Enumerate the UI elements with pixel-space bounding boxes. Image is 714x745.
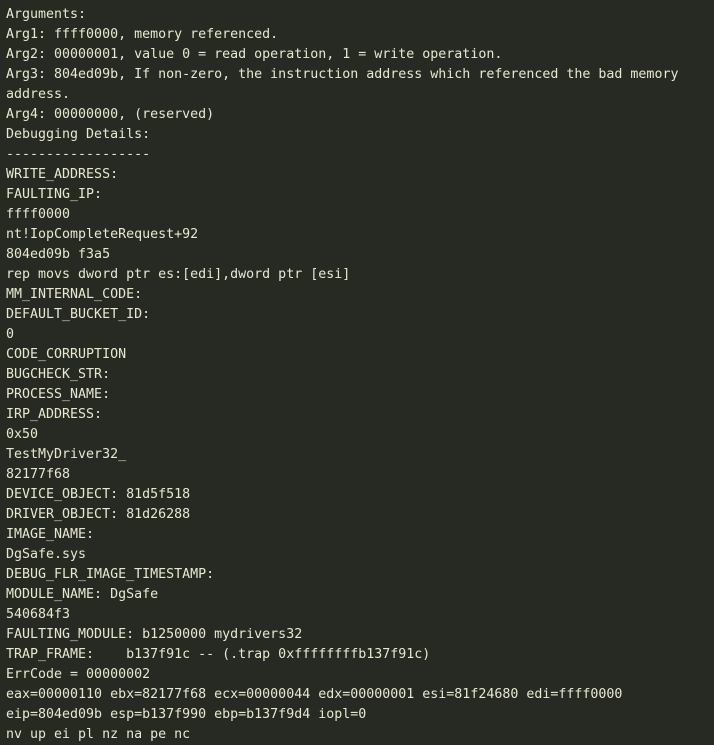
terminal-line: FAULTING_IP: (6, 187, 103, 202)
terminal-line: address. (6, 87, 71, 102)
terminal-line: Arg1: ffff0000, memory referenced. (6, 27, 279, 42)
debugger-output-terminal[interactable]: Arguments: Arg1: ffff0000, memory referen… (0, 0, 714, 745)
terminal-line: nv up ei pl nz na pe nc (6, 727, 191, 742)
terminal-line: TRAP_FRAME: b137f91c -- (.trap 0xfffffff… (6, 647, 431, 662)
terminal-line: 0 (6, 327, 15, 342)
terminal-line: IRP_ADDRESS: (6, 407, 103, 422)
terminal-line: DRIVER_OBJECT: 81d26288 (6, 507, 191, 522)
terminal-line: 804ed09b f3a5 (6, 247, 111, 262)
terminal-line: 82177f68 (6, 467, 71, 482)
terminal-line: BUGCHECK_STR: (6, 367, 111, 382)
terminal-line: ErrCode = 00000002 (6, 667, 151, 682)
terminal-line: eip=804ed09b esp=b137f990 ebp=b137f9d4 i… (6, 707, 367, 722)
terminal-line: IMAGE_NAME: (6, 527, 95, 542)
terminal-line: WRITE_ADDRESS: (6, 167, 119, 182)
terminal-line: DEBUG_FLR_IMAGE_TIMESTAMP: (6, 567, 215, 582)
terminal-line: Arguments: (6, 7, 87, 22)
terminal-line: DEVICE_OBJECT: 81d5f518 (6, 487, 191, 502)
terminal-line: PROCESS_NAME: (6, 387, 111, 402)
terminal-line: Arg3: 804ed09b, If non-zero, the instruc… (6, 67, 679, 82)
terminal-line: eax=00000110 ebx=82177f68 ecx=00000044 e… (6, 687, 623, 702)
terminal-line: nt!IopCompleteRequest+92 (6, 227, 199, 242)
terminal-line: MODULE_NAME: DgSafe (6, 587, 159, 602)
terminal-line: ------------------ (6, 147, 151, 162)
terminal-line: 0x50 (6, 427, 39, 442)
terminal-line: Arg4: 00000000, (reserved) (6, 107, 215, 122)
terminal-line: DgSafe.sys (6, 547, 87, 562)
terminal-line: ffff0000 (6, 207, 71, 222)
terminal-line: Arg2: 00000001, value 0 = read operation… (6, 47, 503, 62)
terminal-line: 540684f3 (6, 607, 71, 622)
terminal-line: rep movs dword ptr es:[edi],dword ptr [e… (6, 267, 351, 282)
terminal-line: DEFAULT_BUCKET_ID: (6, 307, 151, 322)
terminal-line: CODE_CORRUPTION (6, 347, 127, 362)
terminal-line: TestMyDriver32_ (6, 447, 127, 462)
terminal-line: FAULTING_MODULE: b1250000 mydrivers32 (6, 627, 303, 642)
terminal-line: Debugging Details: (6, 127, 151, 142)
terminal-line: MM_INTERNAL_CODE: (6, 287, 143, 302)
